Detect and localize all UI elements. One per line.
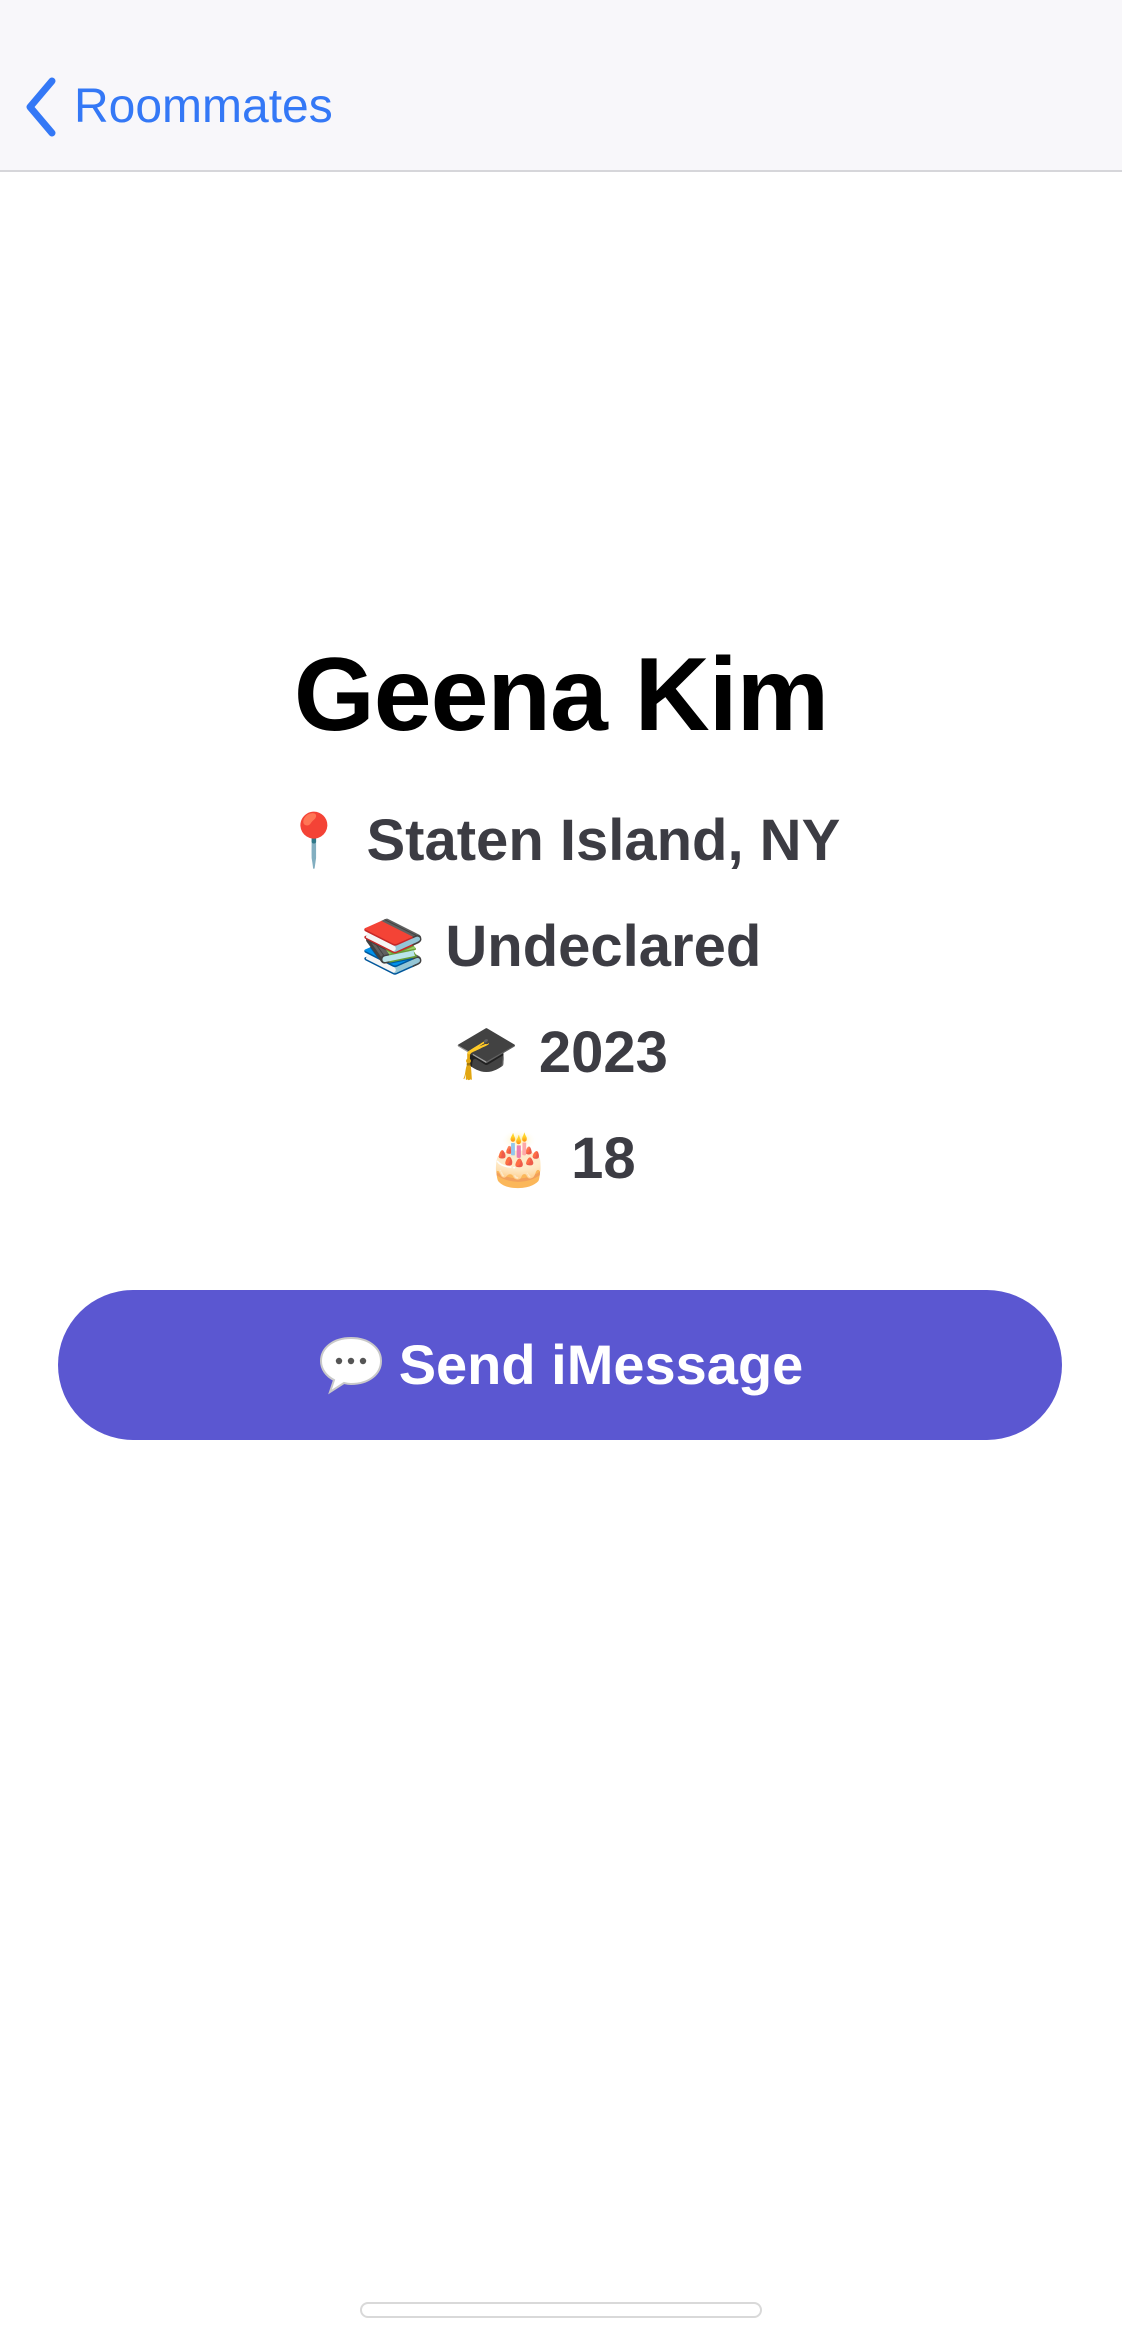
hometown-text: Staten Island, NY [366,808,841,873]
profile-section: Geena Kim 📍 Staten Island, NY 📚 Undeclar… [0,620,1122,1212]
home-indicator[interactable] [360,2302,762,2318]
birthday-cake-icon: 🎂 [486,1130,552,1188]
back-button[interactable]: Roommates [22,72,333,142]
send-imessage-button[interactable]: Send iMessage [58,1290,1062,1440]
major-text: Undeclared [445,914,762,979]
detail-row-class-year: 🎓 2023 [0,1000,1122,1106]
detail-row-hometown: 📍 Staten Island, NY [0,788,1122,894]
detail-row-age: 🎂 18 [0,1106,1122,1212]
age-text: 18 [571,1126,636,1191]
books-icon: 📚 [360,918,426,976]
speech-bubble-icon [319,1336,382,1395]
profile-name: Geena Kim [293,637,829,753]
chevron-left-icon [26,77,56,137]
roommate-detail-screen: Roommates Geena Kim 📍 Staten Island, NY … [0,0,1122,2344]
pushpin-icon: 📍 [281,812,347,870]
detail-row-major: 📚 Undeclared [0,894,1122,1000]
profile-details: 📍 Staten Island, NY 📚 Undeclared 🎓 2023 … [0,788,1122,1212]
graduation-cap-icon: 🎓 [454,1024,519,1082]
navigation-bar: Roommates [0,0,1122,172]
back-button-label: Roommates [74,80,333,133]
class-year-text: 2023 [538,1020,668,1085]
send-imessage-label: Send iMessage [398,1333,804,1396]
